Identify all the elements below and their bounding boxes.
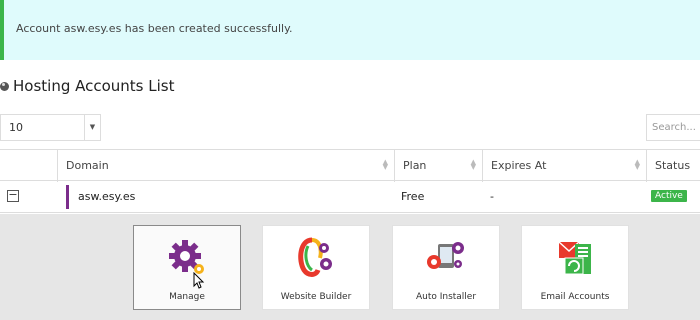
- collapse-icon[interactable]: −: [7, 189, 19, 202]
- section-header: Hosting Accounts List: [0, 76, 174, 96]
- email-accounts-button[interactable]: Email Accounts: [521, 225, 629, 310]
- column-header-domain[interactable]: Domain ▲ ▼: [57, 150, 394, 182]
- mouse-pointer-icon: [193, 272, 205, 289]
- email-accounts-label: Email Accounts: [540, 292, 610, 302]
- page-title: Hosting Accounts List: [13, 77, 175, 95]
- domain-marker: [66, 185, 69, 209]
- status-badge: Active: [651, 190, 687, 202]
- website-builder-icon: [298, 237, 332, 277]
- auto-installer-label: Auto Installer: [415, 292, 477, 302]
- column-header-plan[interactable]: Plan ▲ ▼: [394, 150, 482, 182]
- alert-message: Account asw.esy.es has been created succ…: [16, 22, 293, 35]
- website-builder-label: Website Builder: [280, 292, 352, 302]
- sort-icon[interactable]: ▲ ▼: [635, 159, 640, 171]
- account-actions-panel: Manage Website Builder Auto Installer Em…: [0, 214, 700, 320]
- column-label: Plan: [403, 159, 427, 172]
- column-header-expand: [0, 150, 57, 182]
- search-input[interactable]: Search...: [646, 114, 700, 141]
- domain-cell[interactable]: asw.esy.es: [70, 181, 135, 213]
- column-header-status[interactable]: Status: [646, 150, 700, 182]
- auto-installer-button[interactable]: Auto Installer: [392, 225, 500, 310]
- manage-label: Manage: [169, 292, 205, 302]
- manage-button[interactable]: Manage: [133, 225, 241, 310]
- website-builder-button[interactable]: Website Builder: [262, 225, 370, 310]
- expires-cell: -: [490, 190, 494, 203]
- sort-icon[interactable]: ▲ ▼: [471, 159, 476, 171]
- plan-cell: Free: [401, 190, 425, 203]
- page-size-value: 10: [9, 121, 23, 134]
- column-label: Status: [655, 159, 691, 172]
- chevron-down-icon[interactable]: ▼: [84, 115, 100, 140]
- column-header-expires[interactable]: Expires At ▲ ▼: [482, 150, 646, 182]
- globe-icon: [0, 81, 9, 91]
- table-header: Domain ▲ ▼ Plan ▲ ▼ Expires At ▲ ▼ Status: [0, 149, 700, 182]
- success-alert: Account asw.esy.es has been created succ…: [0, 0, 700, 60]
- page-size-select[interactable]: 10 ▼: [0, 114, 101, 141]
- hosting-accounts-table: Domain ▲ ▼ Plan ▲ ▼ Expires At ▲ ▼ Status −…: [0, 149, 700, 213]
- column-label: Expires At: [491, 159, 547, 172]
- email-accounts-icon: [558, 241, 591, 275]
- table-row[interactable]: − asw.esy.es Free - Active: [0, 181, 700, 213]
- sort-icon[interactable]: ▲ ▼: [383, 159, 388, 171]
- column-label: Domain: [66, 159, 109, 172]
- auto-installer-icon: [427, 242, 464, 269]
